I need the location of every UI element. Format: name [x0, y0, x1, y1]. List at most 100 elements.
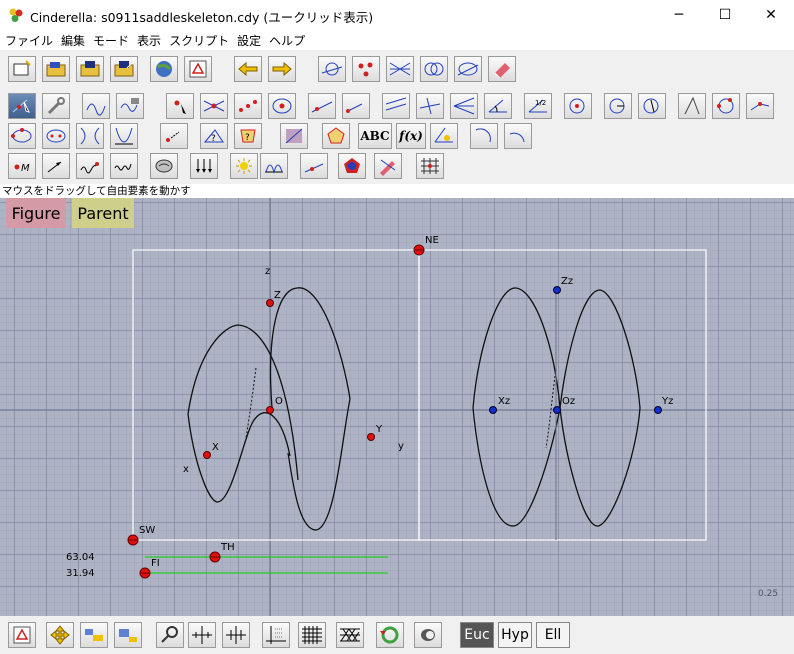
wrench-mode-button[interactable] — [42, 93, 70, 119]
point-Y[interactable] — [367, 433, 375, 441]
select-points-button[interactable] — [352, 56, 380, 82]
point-NE[interactable] — [413, 244, 425, 256]
open-file-button[interactable] — [42, 56, 70, 82]
point-FI[interactable] — [139, 567, 151, 579]
point-SW[interactable] — [127, 534, 139, 546]
toggle-grid-button[interactable] — [222, 622, 250, 648]
menu-help[interactable]: ヘルプ — [264, 30, 308, 49]
save-as-button[interactable] — [110, 56, 138, 82]
bouncer-button[interactable] — [150, 153, 178, 179]
point-Z[interactable] — [266, 299, 274, 307]
compass-tool-button[interactable] — [678, 93, 706, 119]
menu-mode[interactable]: モード — [88, 30, 132, 49]
add-point-button[interactable] — [166, 93, 194, 119]
point-Yz[interactable] — [654, 406, 662, 414]
point-O[interactable] — [266, 406, 274, 414]
angle-button[interactable] — [484, 93, 512, 119]
minimize-button[interactable]: ─ — [656, 0, 702, 30]
translate-view-button[interactable] — [46, 622, 74, 648]
magnet-button[interactable] — [260, 153, 288, 179]
mass-point-button[interactable]: M — [8, 153, 36, 179]
line-button[interactable] — [308, 93, 336, 119]
curve-mode-button[interactable] — [82, 93, 110, 119]
circle-radius-button[interactable] — [604, 93, 632, 119]
close-button[interactable]: ✕ — [748, 0, 794, 30]
point-Xz[interactable] — [489, 406, 497, 414]
select-circles-button[interactable] — [420, 56, 448, 82]
print-pdf-button[interactable] — [8, 622, 36, 648]
point-Zz[interactable] — [553, 286, 561, 294]
perpendicular-button[interactable] — [416, 93, 444, 119]
select-lines-button[interactable] — [386, 56, 414, 82]
menu-view[interactable]: 表示 — [132, 30, 164, 49]
arc-three-points-button[interactable] — [504, 123, 532, 149]
menu-script[interactable]: スクリプト — [164, 30, 232, 49]
settings-button[interactable] — [414, 622, 442, 648]
menu-edit[interactable]: 編集 — [56, 30, 88, 49]
point-Oz[interactable] — [553, 406, 561, 414]
half-angle-button[interactable]: 1/2 — [524, 93, 552, 119]
grid-button[interactable] — [416, 153, 444, 179]
menu-file[interactable]: ファイル — [0, 30, 56, 49]
polygon-button[interactable]: ? — [234, 123, 262, 149]
text-button[interactable]: ABC — [358, 123, 392, 149]
move-mode-button[interactable] — [8, 93, 36, 119]
rubberband-button[interactable] — [110, 153, 138, 179]
parallel-button[interactable] — [382, 93, 410, 119]
undo-button[interactable] — [234, 56, 262, 82]
hyperbola-button[interactable] — [76, 123, 104, 149]
square-grid-button[interactable] — [298, 622, 326, 648]
locus-button[interactable]: ? — [200, 123, 228, 149]
snap-grid-button[interactable] — [262, 622, 290, 648]
ellipse-button[interactable] — [42, 123, 70, 149]
euclidean-geometry-button[interactable]: Euc — [460, 622, 494, 648]
toggle-axes-button[interactable] — [188, 622, 216, 648]
angle-bisector-button[interactable] — [450, 93, 478, 119]
gravity-button[interactable] — [190, 153, 218, 179]
zoom-in-button[interactable] — [80, 622, 108, 648]
regular-polygon-button[interactable] — [322, 123, 350, 149]
drawing-canvas[interactable]: Figure Parent 63.04 31.94 NE SW TH FI X … — [0, 198, 794, 616]
sun-button[interactable] — [230, 153, 258, 179]
parabola-button[interactable] — [110, 123, 138, 149]
velocity-button[interactable] — [42, 153, 70, 179]
select-points-lines-button[interactable] — [318, 56, 346, 82]
measure-angle-button[interactable] — [430, 123, 458, 149]
floor-button[interactable] — [300, 153, 328, 179]
circle-button[interactable] — [564, 93, 592, 119]
environment-button[interactable] — [374, 153, 402, 179]
new-file-button[interactable] — [8, 56, 36, 82]
menu-settings[interactable]: 設定 — [232, 30, 264, 49]
segment-button[interactable] — [342, 93, 370, 119]
scale-mode-button[interactable] — [116, 93, 144, 119]
circle-center-button[interactable] — [268, 93, 296, 119]
triangle-grid-button[interactable] — [336, 622, 364, 648]
hyperbolic-geometry-button[interactable]: Hyp — [498, 622, 532, 648]
text-box-button[interactable] — [280, 123, 308, 149]
point-TH[interactable] — [209, 551, 221, 563]
compass-button[interactable] — [638, 93, 666, 119]
save-button[interactable] — [76, 56, 104, 82]
clean-up-button[interactable] — [376, 622, 404, 648]
zoom-out-button[interactable] — [114, 622, 142, 648]
export-pdf-button[interactable] — [184, 56, 212, 82]
transformation-button[interactable] — [160, 123, 188, 149]
conic-five-points-button[interactable] — [8, 123, 36, 149]
redo-button[interactable] — [268, 56, 296, 82]
maximize-button[interactable]: ☐ — [702, 0, 748, 30]
arc-button[interactable] — [470, 123, 498, 149]
zoom-region-button[interactable] — [156, 622, 184, 648]
select-conics-button[interactable] — [454, 56, 482, 82]
elliptic-geometry-button[interactable]: Ell — [536, 622, 570, 648]
export-web-button[interactable] — [150, 56, 178, 82]
parabola-icon — [115, 127, 133, 145]
polyline-button[interactable] — [746, 93, 774, 119]
simulation-button[interactable] — [338, 153, 366, 179]
midpoint-button[interactable] — [234, 93, 262, 119]
function-button[interactable]: f(x) — [396, 123, 426, 149]
spring-button[interactable] — [76, 153, 104, 179]
point-X[interactable] — [203, 451, 211, 459]
intersection-button[interactable] — [200, 93, 228, 119]
circle-three-points-button[interactable] — [712, 93, 740, 119]
deselect-button[interactable] — [488, 56, 516, 82]
